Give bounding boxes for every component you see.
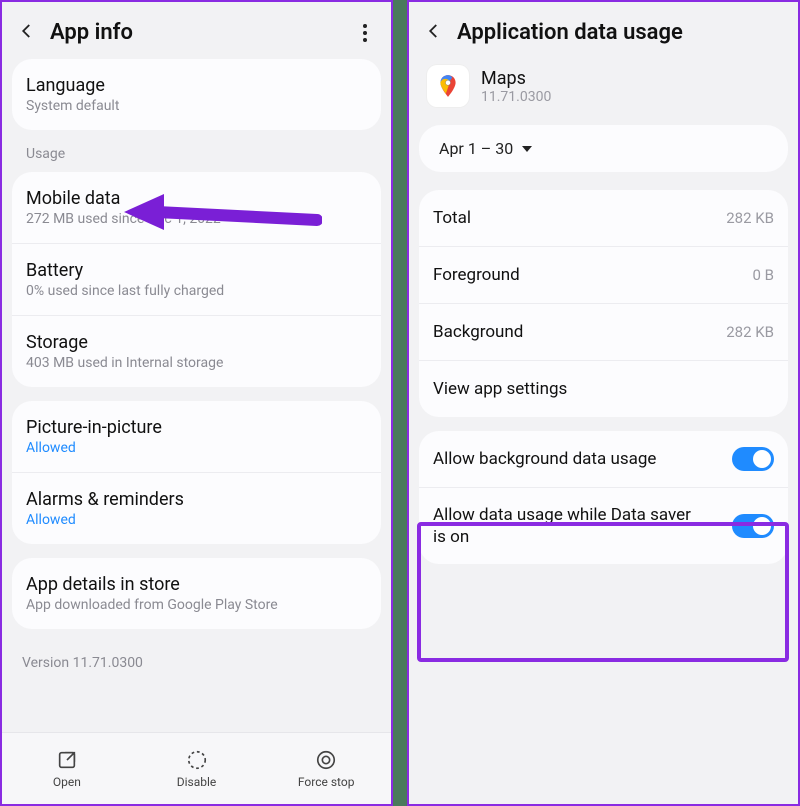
open-icon	[56, 749, 78, 771]
page-title: Application data usage	[457, 20, 782, 45]
toggle-label: Allow data usage while Data saver is on	[433, 504, 693, 548]
chevron-down-icon	[521, 143, 533, 155]
back-icon[interactable]	[18, 22, 36, 44]
row-battery[interactable]: Battery 0% used since last fully charged	[12, 243, 381, 315]
card-usage: Mobile data 272 MB used since Dec 1, 202…	[12, 172, 381, 387]
card-language: Language System default	[12, 59, 381, 130]
force-stop-icon	[315, 749, 337, 771]
row-title: Picture-in-picture	[26, 417, 367, 438]
row-language[interactable]: Language System default	[12, 59, 381, 130]
row-mobile-data[interactable]: Mobile data 272 MB used since Dec 1, 202…	[12, 172, 381, 243]
row-title: View app settings	[433, 379, 567, 399]
date-range-label: Apr 1 – 30	[439, 139, 513, 158]
maps-app-icon	[427, 65, 469, 107]
stat-total: Total 282 KB	[419, 190, 788, 246]
app-identity: Maps 11.71.0300	[409, 59, 798, 125]
disable-button[interactable]: Disable	[132, 733, 262, 804]
row-title: Language	[26, 75, 367, 96]
card-permissions: Picture-in-picture Allowed Alarms & remi…	[12, 401, 381, 544]
toggle-bg-data[interactable]: Allow background data usage	[419, 431, 788, 487]
toggle-label: Allow background data usage	[433, 448, 656, 470]
app-name: Maps	[481, 68, 551, 89]
stat-background: Background 282 KB	[419, 303, 788, 360]
section-usage-label: Usage	[2, 144, 391, 172]
row-storage[interactable]: Storage 403 MB used in Internal storage	[12, 315, 381, 387]
disable-label: Disable	[177, 775, 217, 789]
back-icon[interactable]	[425, 22, 443, 44]
row-sub: 0% used since last fully charged	[26, 283, 367, 299]
bottom-bar: Open Disable Force stop	[2, 732, 391, 804]
row-title: Mobile data	[26, 188, 367, 209]
page-title: App info	[50, 20, 341, 45]
row-store-details[interactable]: App details in store App downloaded from…	[12, 558, 381, 629]
header: App info	[2, 2, 391, 59]
switch-on-icon[interactable]	[732, 447, 774, 471]
force-stop-button[interactable]: Force stop	[261, 733, 391, 804]
disable-icon	[186, 749, 208, 771]
version-text: Version 11.71.0300	[2, 643, 391, 671]
stat-value: 0 B	[753, 266, 775, 284]
date-range-picker[interactable]: Apr 1 – 30	[419, 125, 788, 172]
row-view-app-settings[interactable]: View app settings	[419, 360, 788, 417]
force-stop-label: Force stop	[298, 775, 355, 789]
stat-value: 282 KB	[726, 323, 774, 341]
row-sub: Allowed	[26, 440, 367, 456]
row-sub: 403 MB used in Internal storage	[26, 355, 367, 371]
app-version: 11.71.0300	[481, 89, 551, 105]
stat-value: 282 KB	[726, 209, 774, 227]
row-sub: System default	[26, 98, 367, 114]
stat-label: Foreground	[433, 265, 520, 285]
toggle-data-saver[interactable]: Allow data usage while Data saver is on	[419, 487, 788, 564]
card-stats: Total 282 KB Foreground 0 B Background 2…	[419, 190, 788, 417]
row-pip[interactable]: Picture-in-picture Allowed	[12, 401, 381, 472]
open-button[interactable]: Open	[2, 733, 132, 804]
more-icon[interactable]	[355, 23, 375, 43]
phone-app-info: App info Language System default Usage M…	[0, 0, 393, 806]
app-meta: Maps 11.71.0300	[481, 68, 551, 105]
row-title: Battery	[26, 260, 367, 281]
row-sub: Allowed	[26, 512, 367, 528]
switch-on-icon[interactable]	[732, 514, 774, 538]
row-title: Storage	[26, 332, 367, 353]
row-title: Alarms & reminders	[26, 489, 367, 510]
stat-label: Total	[433, 208, 471, 228]
phone-data-usage: Application data usage Maps 11.71.0300 A…	[407, 0, 800, 806]
card-toggles: Allow background data usage Allow data u…	[419, 431, 788, 564]
card-store: App details in store App downloaded from…	[12, 558, 381, 629]
header: Application data usage	[409, 2, 798, 59]
row-alarms[interactable]: Alarms & reminders Allowed	[12, 472, 381, 544]
stat-foreground: Foreground 0 B	[419, 246, 788, 303]
row-title: App details in store	[26, 574, 367, 595]
stat-label: Background	[433, 322, 523, 342]
row-sub: App downloaded from Google Play Store	[26, 597, 367, 613]
open-label: Open	[53, 775, 81, 789]
row-sub: 272 MB used since Dec 1, 2022	[26, 211, 367, 227]
